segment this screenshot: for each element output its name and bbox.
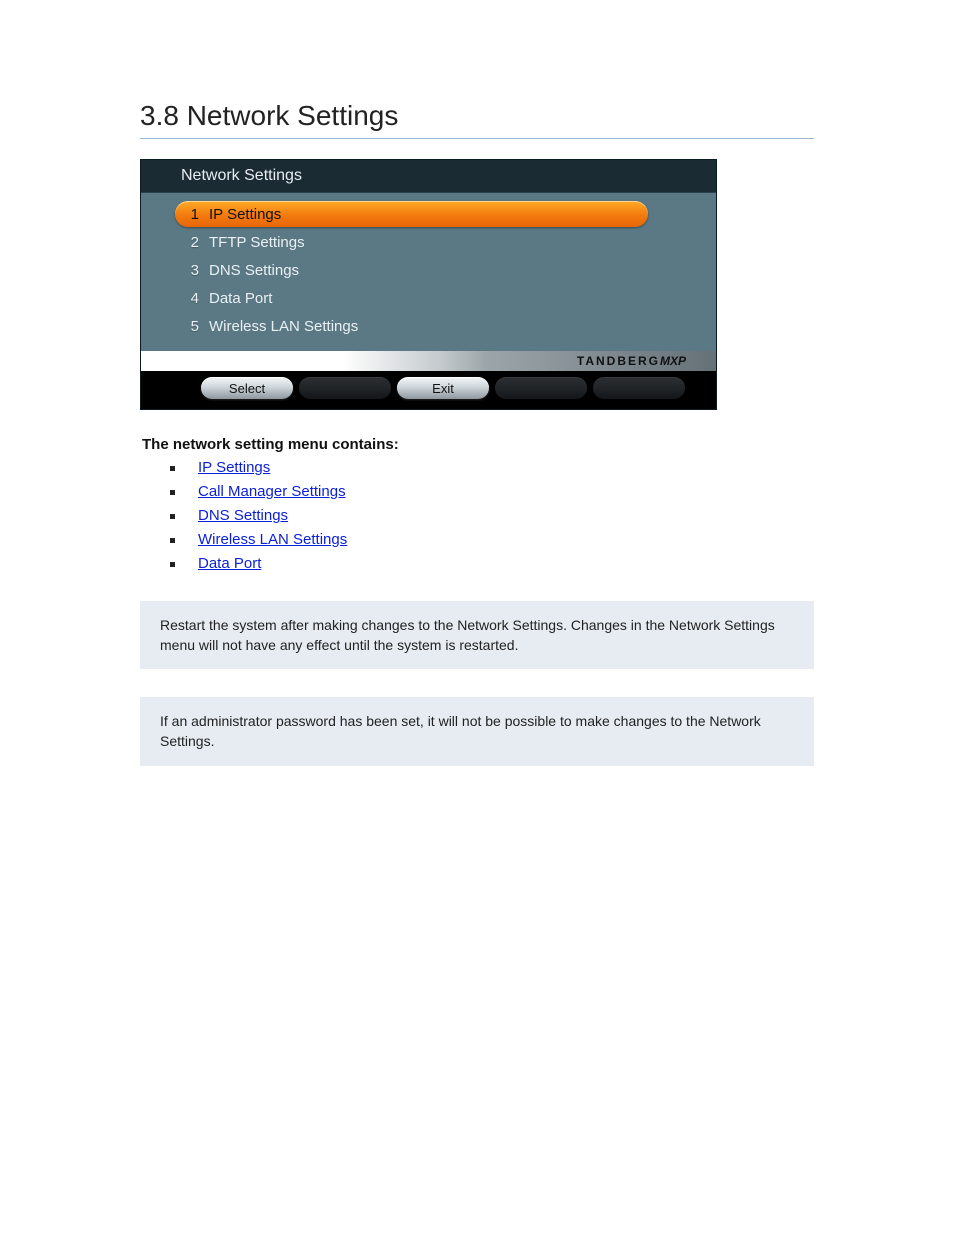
- menu-item-number: 4: [181, 290, 199, 307]
- menu-item-number: 3: [181, 262, 199, 279]
- reference-item: IP Settings: [170, 459, 814, 477]
- menu-item-label: IP Settings: [209, 206, 640, 223]
- reference-link-1[interactable]: IP Settings: [198, 459, 270, 476]
- menu-item-2[interactable]: 2 TFTP Settings: [175, 229, 706, 255]
- brand-text: TANDBERGMXP: [577, 351, 686, 371]
- reference-link-2[interactable]: Call Manager Settings: [198, 483, 346, 500]
- brand-bar: TANDBERGMXP: [141, 351, 716, 371]
- menu-title: Network Settings: [141, 160, 716, 193]
- menu-item-label: DNS Settings: [209, 262, 698, 279]
- menu-item-label: TFTP Settings: [209, 234, 698, 251]
- select-button[interactable]: Select: [201, 377, 293, 399]
- button-bar: Select Exit: [141, 371, 716, 409]
- brand-suffix: MXP: [660, 354, 686, 368]
- section-title: 3.8 Network Settings: [140, 100, 814, 132]
- menu-item-4[interactable]: 4 Data Port: [175, 285, 706, 311]
- button-slot-5[interactable]: [593, 377, 685, 399]
- menu-item-number: 1: [181, 206, 199, 223]
- reference-link-5[interactable]: Data Port: [198, 555, 261, 572]
- menu-item-label: Data Port: [209, 290, 698, 307]
- reference-list: IP Settings Call Manager Settings DNS Sett…: [170, 459, 814, 573]
- menu-body: 1 IP Settings 2 TFTP Settings 3 DNS Settings 4…: [141, 193, 716, 351]
- info-box-restart: Restart the system after making changes …: [140, 601, 814, 669]
- menu-item-number: 2: [181, 234, 199, 251]
- reference-link-3[interactable]: DNS Settings: [198, 507, 288, 524]
- brand-main: TANDBERG: [577, 354, 660, 368]
- reference-link-4[interactable]: Wireless LAN Settings: [198, 531, 347, 548]
- info-box-admin-pw: If an administrator password has been se…: [140, 697, 814, 765]
- button-slot-2[interactable]: [299, 377, 391, 399]
- reference-item: Wireless LAN Settings: [170, 531, 814, 549]
- menu-item-1[interactable]: 1 IP Settings: [175, 201, 648, 227]
- exit-button[interactable]: Exit: [397, 377, 489, 399]
- menu-item-label: Wireless LAN Settings: [209, 318, 698, 335]
- menu-item-3[interactable]: 3 DNS Settings: [175, 257, 706, 283]
- reference-item: Data Port: [170, 555, 814, 573]
- reference-item: DNS Settings: [170, 507, 814, 525]
- reference-item: Call Manager Settings: [170, 483, 814, 501]
- menu-item-number: 5: [181, 318, 199, 335]
- section-divider: [140, 138, 814, 139]
- menu-screenshot: Network Settings 1 IP Settings 2 TFTP Setti…: [140, 159, 717, 410]
- button-slot-4[interactable]: [495, 377, 587, 399]
- lead-text: The network setting menu contains:: [142, 436, 812, 453]
- menu-item-5[interactable]: 5 Wireless LAN Settings: [175, 313, 706, 339]
